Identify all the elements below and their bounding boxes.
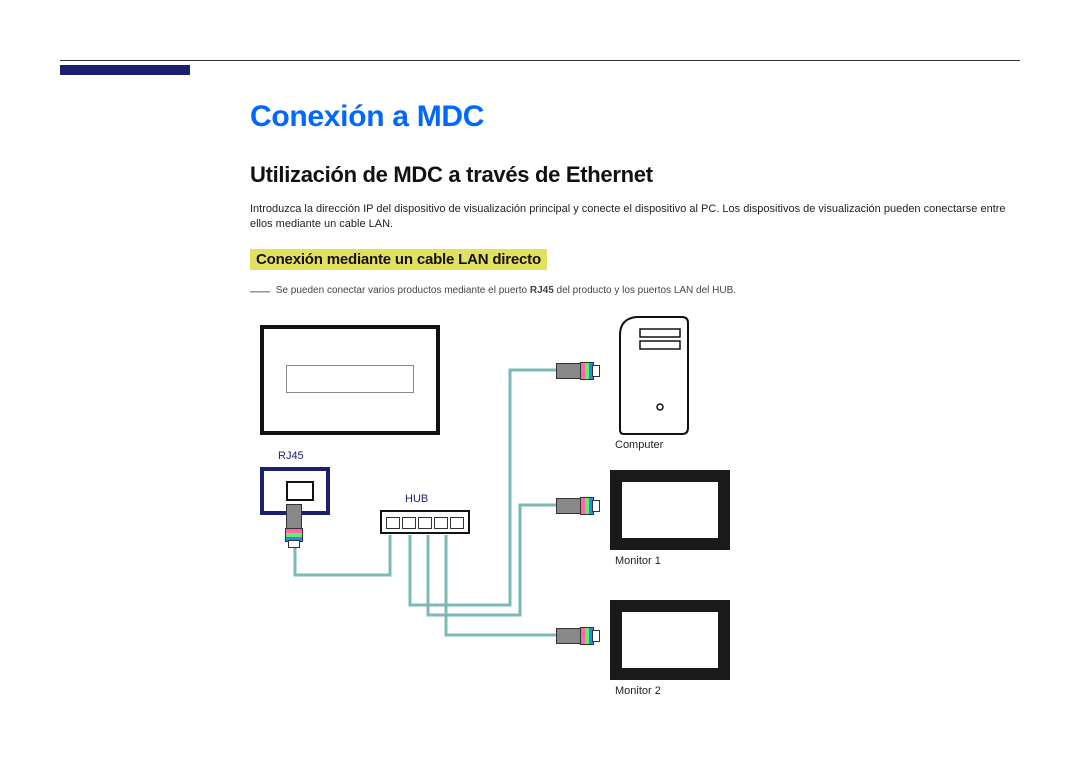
rj45-connector-icon — [284, 504, 306, 548]
rj45-label: RJ45 — [278, 450, 304, 462]
intro-paragraph: Introduzca la dirección IP del dispositi… — [250, 202, 1020, 233]
hub-label: HUB — [405, 493, 428, 505]
content-area: Conexión a MDC Utilización de MDC a trav… — [250, 100, 1020, 735]
hub-port-icon — [418, 517, 432, 529]
connection-diagram: RJ45 HUB — [250, 315, 770, 735]
page-title: Conexión a MDC — [250, 100, 1020, 134]
rj45-connector-icon — [556, 494, 600, 516]
monitor-icon — [610, 470, 730, 550]
computer-tower-icon — [610, 315, 700, 435]
section-heading: Utilización de MDC a través de Ethernet — [250, 162, 1020, 188]
rj45-port-icon — [286, 481, 314, 501]
rj45-connector-icon — [556, 624, 600, 646]
note-text-pre: Se pueden conectar varios productos medi… — [276, 285, 530, 296]
rj45-connector-icon — [556, 359, 600, 381]
hub-port-icon — [434, 517, 448, 529]
monitor2-label: Monitor 2 — [615, 685, 661, 697]
note-line: ― Se pueden conectar varios productos me… — [250, 280, 1020, 303]
computer-label: Computer — [615, 439, 663, 451]
hub-port-icon — [386, 517, 400, 529]
monitor1-label: Monitor 1 — [615, 555, 661, 567]
side-color-bar — [60, 65, 190, 75]
hub-port-icon — [402, 517, 416, 529]
hub-port-icon — [450, 517, 464, 529]
subsection-heading-highlight: Conexión mediante un cable LAN directo — [250, 249, 547, 270]
hub-icon — [380, 510, 470, 534]
top-rule — [60, 60, 1020, 61]
note-text-bold: RJ45 — [530, 285, 554, 296]
note-text-post: del producto y los puertos LAN del HUB. — [554, 285, 736, 296]
product-display-panel — [286, 365, 414, 393]
note-dash-icon: ― — [250, 280, 270, 302]
product-display-icon — [260, 325, 440, 435]
monitor-icon — [610, 600, 730, 680]
page: Conexión a MDC Utilización de MDC a trav… — [0, 0, 1080, 763]
